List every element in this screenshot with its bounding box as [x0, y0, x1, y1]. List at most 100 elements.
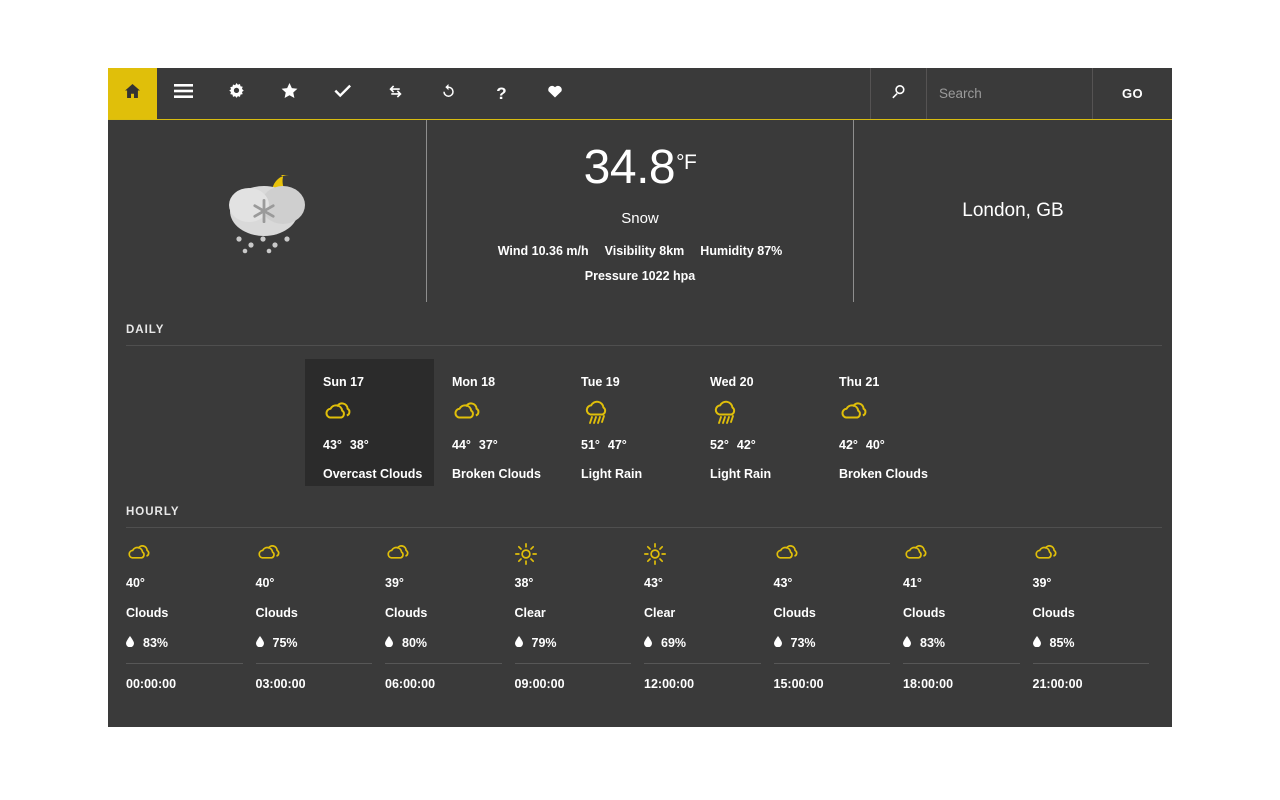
hourly-card[interactable]: 39° Clouds 85% 21:00:00 [1032, 536, 1163, 691]
droplet-icon [255, 636, 264, 650]
favorite-button[interactable] [263, 68, 316, 119]
hourly-divider [126, 663, 243, 664]
sync-icon [388, 84, 403, 104]
hourly-temp: 39° [1032, 576, 1052, 590]
help-button[interactable]: ? [475, 68, 528, 119]
navbar-icon-group: ? [157, 68, 581, 119]
hourly-card[interactable]: 40° Clouds 75% 03:00:00 [255, 536, 386, 691]
hourly-time: 03:00:00 [255, 677, 306, 691]
hourly-divider [644, 663, 761, 664]
hourly-divider [255, 663, 372, 664]
hourly-condition: Clear [644, 606, 676, 620]
night-snow-icon [217, 163, 317, 260]
heart-icon [547, 84, 563, 103]
daily-card[interactable]: Mon 18 44° 37° Broken Clouds [434, 359, 563, 486]
hourly-card[interactable]: 38° Clear 79% 09:00:00 [514, 536, 645, 691]
daily-high: 43° [323, 438, 342, 452]
temperature-unit: °F [676, 150, 697, 174]
navbar-spacer [581, 68, 870, 119]
hourly-humidity: 69% [644, 636, 774, 650]
daily-day-label: Tue 19 [581, 375, 620, 389]
daily-card[interactable]: Thu 21 42° 40° Broken Clouds [821, 359, 950, 486]
hourly-forecast-row: 40° Clouds 83% 00:00:00 40° Clouds 75% 03:00:00… [126, 536, 1163, 691]
menu-icon [174, 84, 193, 103]
hourly-humidity: 80% [385, 636, 515, 650]
search-icon [891, 84, 906, 104]
home-button[interactable] [108, 68, 157, 119]
hourly-card[interactable]: 43° Clouds 73% 15:00:00 [773, 536, 904, 691]
hourly-time: 09:00:00 [514, 677, 565, 691]
menu-button[interactable] [157, 68, 210, 119]
hourly-humidity-value: 73% [790, 636, 816, 650]
current-weather-icon-wrapper [108, 120, 426, 302]
hourly-card[interactable]: 40° Clouds 83% 00:00:00 [126, 536, 256, 691]
daily-low: 37° [478, 438, 498, 452]
check-button[interactable] [316, 68, 369, 119]
sync-button[interactable] [369, 68, 422, 119]
droplet-icon [385, 636, 393, 650]
hourly-humidity-value: 83% [920, 636, 946, 650]
daily-day-label: Wed 20 [710, 375, 754, 389]
daily-low: 40° [865, 438, 885, 452]
rain-icon [581, 400, 692, 426]
humidity-stat: Humidity 87% [700, 243, 783, 258]
sun-icon [644, 543, 774, 567]
daily-low: 38° [349, 438, 369, 452]
hourly-temp: 43° [644, 576, 663, 590]
daily-low: 47° [607, 438, 627, 452]
hourly-temp: 41° [903, 576, 922, 590]
settings-gear-icon [228, 82, 245, 105]
hourly-divider [903, 663, 1020, 664]
hourly-humidity-value: 69% [661, 636, 687, 650]
hourly-condition: Clouds [126, 606, 169, 620]
current-weather-details: 34.8°F Snow Wind 10.36 m/h Visibility 8k… [426, 120, 854, 302]
daily-temps: 44° 37° [452, 438, 563, 452]
daily-day-label: Sun 17 [323, 375, 364, 389]
current-temperature: 34.8°F [584, 143, 697, 192]
daily-card[interactable]: Tue 19 51° 47° Light Rain [563, 359, 692, 486]
hourly-humidity: 75% [255, 636, 386, 650]
daily-condition: Broken Clouds [452, 467, 541, 481]
hourly-temp: 40° [126, 576, 145, 590]
hourly-card[interactable]: 41° Clouds 83% 18:00:00 [903, 536, 1033, 691]
visibility-stat: Visibility 8km [604, 243, 685, 258]
weather-app-window: ? GO [108, 68, 1172, 727]
hourly-temp: 38° [514, 576, 534, 590]
hourly-humidity: 85% [1032, 636, 1163, 650]
help-icon: ? [496, 84, 507, 103]
search-input[interactable] [927, 86, 1092, 101]
hourly-condition: Clouds [1032, 606, 1075, 620]
current-condition: Snow [621, 209, 659, 227]
daily-temps: 51° 47° [581, 438, 692, 452]
daily-card[interactable]: Wed 20 52° 42° Light Rain [692, 359, 821, 486]
hourly-humidity-value: 75% [272, 636, 298, 650]
hourly-condition: Clear [514, 606, 546, 620]
clouds-icon [903, 543, 1033, 567]
hourly-condition: Clouds [903, 606, 946, 620]
hourly-card[interactable]: 43° Clear 69% 12:00:00 [644, 536, 774, 691]
hourly-divider [385, 663, 502, 664]
daily-high: 51° [581, 438, 600, 452]
search-button[interactable] [870, 68, 926, 119]
hourly-humidity-value: 85% [1049, 636, 1075, 650]
like-button[interactable] [528, 68, 581, 119]
daily-card[interactable]: Sun 17 43° 38° Overcast Clouds [305, 359, 434, 486]
clouds-icon [323, 400, 434, 426]
hourly-divider [773, 663, 890, 664]
daily-condition: Broken Clouds [839, 467, 928, 481]
settings-button[interactable] [210, 68, 263, 119]
hourly-humidity: 79% [514, 636, 645, 650]
hourly-divider [1032, 663, 1149, 664]
droplet-icon [773, 636, 782, 650]
hourly-time: 00:00:00 [126, 677, 177, 691]
hourly-temp: 43° [773, 576, 793, 590]
daily-day-label: Thu 21 [839, 375, 880, 389]
go-button[interactable]: GO [1092, 68, 1172, 119]
check-icon [334, 84, 351, 103]
daily-forecast-row: Sun 17 43° 38° Overcast Clouds Mon 18 44° 37° B… [108, 359, 1172, 486]
daily-condition: Overcast Clouds [323, 467, 423, 481]
location-name: London, GB [962, 200, 1064, 221]
clouds-icon [126, 543, 256, 567]
hourly-card[interactable]: 39° Clouds 80% 06:00:00 [385, 536, 515, 691]
refresh-button[interactable] [422, 68, 475, 119]
